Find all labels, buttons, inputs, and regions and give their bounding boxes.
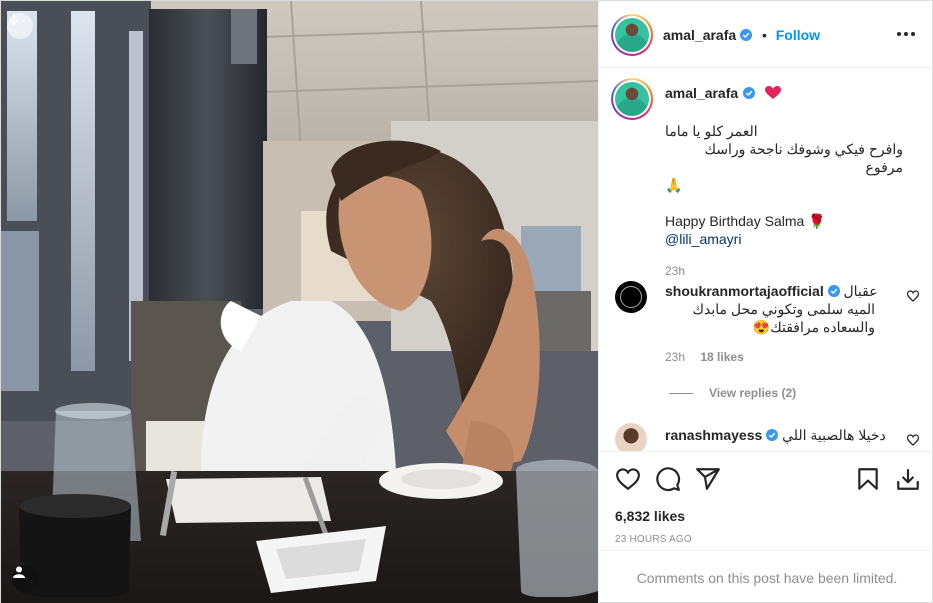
comment-text-inline: دخيلا هالصبية اللي [782,427,886,443]
comment-text-inline: عقبال [843,283,878,299]
comment-avatar[interactable] [615,423,647,451]
view-replies-label: View replies (2) [709,386,797,400]
post-sidebar: amal_arafa • Follow amal_arafa العمر كلو… [598,1,933,603]
comment-like-icon[interactable] [907,290,919,302]
verified-icon [827,285,840,297]
post-header: amal_arafa • Follow [599,1,933,68]
verified-icon [740,29,753,41]
caption-line-1: العمر كلو يا ماما [665,123,758,139]
comment-text-line-3: والسعاده مرافقتك😍 [752,319,875,335]
caption-user: amal_arafa [665,85,782,103]
photo-illustration [1,1,598,603]
caption-time[interactable]: 23h [665,262,903,280]
header-username[interactable]: amal_arafa [663,27,736,43]
caption-avatar[interactable] [611,78,653,120]
more-options-icon[interactable] [897,25,917,43]
caption-mention[interactable]: @lili_amayri [665,230,903,248]
comments-list[interactable]: amal_arafa العمر كلو يا ماما وافرح فيكي … [599,68,933,451]
share-icon[interactable] [695,466,721,492]
view-replies-button[interactable]: View replies (2) [669,386,796,400]
comment-item: shoukranmortajaofficial عقبال الميه سلمى… [665,282,895,366]
comment-time[interactable]: 23h [665,350,685,364]
user-tag-icon[interactable] [12,565,39,592]
comment-item: ranashmayess دخيلا هالصبية اللي [665,426,895,444]
caption-line-4: Happy Birthday Salma 🌹 [665,213,826,229]
post-photo[interactable] [1,1,598,603]
post-dialog: amal_arafa • Follow amal_arafa العمر كلو… [0,0,933,603]
download-arrow-icon[interactable] [895,466,921,492]
comments-limited-notice: Comments on this post have been limited. [599,550,933,603]
verified-icon [766,429,779,441]
comment-like-icon[interactable] [907,434,919,446]
red-heart-icon [765,86,782,99]
separator-dot: • [761,27,767,43]
heart-icon[interactable] [615,466,641,492]
comment-username[interactable]: ranashmayess [665,427,762,443]
caption-line-2: وافرح فيكي وشوفك ناجحة وراسك مرفوع [704,141,904,175]
avatar[interactable] [611,14,653,56]
comment-username[interactable]: shoukranmortajaofficial [665,283,824,299]
caption-username[interactable]: amal_arafa [665,85,738,101]
caption-text: العمر كلو يا ماما وافرح فيكي وشوفك ناجحة… [665,122,903,280]
comment-text-line-2: الميه سلمى وتكوني محل مابدك [692,301,875,317]
caption-line-3: 🙏 [665,177,683,193]
comment-icon[interactable] [655,466,681,492]
verified-icon [742,87,755,99]
download-icon[interactable] [7,13,33,39]
likes-count[interactable]: 6,832 likes [615,508,685,524]
save-icon[interactable] [855,466,881,492]
follow-button[interactable]: Follow [776,27,820,43]
post-actions: 6,832 likes 23 HOURS AGO [599,451,933,550]
post-time[interactable]: 23 HOURS AGO [615,534,692,545]
comment-likes[interactable]: 18 likes [700,350,743,364]
comment-avatar[interactable] [615,281,647,313]
header-user: amal_arafa • Follow [663,27,820,43]
